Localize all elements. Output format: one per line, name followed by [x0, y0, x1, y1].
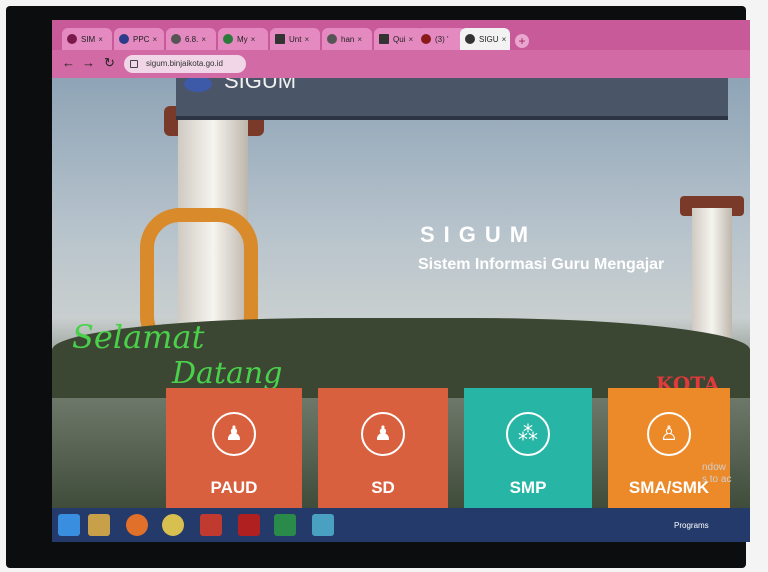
- taskbar: Programs: [52, 508, 750, 542]
- site-name: SIGUM: [224, 78, 297, 93]
- card-label: SD: [371, 478, 395, 497]
- lock-icon: [130, 60, 138, 68]
- screen: SIM × PPC × 6.8. × My × Unt × han × Qui × (3) '…: [52, 20, 750, 542]
- card-label: PAUD: [210, 478, 258, 497]
- notification-icon: [421, 34, 431, 44]
- tab-label: SIM: [81, 34, 96, 44]
- child-icon: ♟: [212, 412, 256, 456]
- monitor-bezel: SIM × PPC × 6.8. × My × Unt × han × Qui × (3) '…: [6, 6, 750, 568]
- hero-subtitle: Sistem Informasi Guru Mengajar: [418, 256, 665, 273]
- paint-icon[interactable]: [312, 514, 334, 536]
- tab-label: SIGU: [479, 34, 499, 44]
- watermark-line: ndow: [702, 462, 726, 473]
- close-icon[interactable]: ×: [357, 35, 362, 44]
- spreadsheet-icon[interactable]: [274, 514, 296, 536]
- pdf-reader-icon[interactable]: [238, 514, 260, 536]
- programs-label[interactable]: Programs: [674, 521, 709, 530]
- address-bar: ← → ↻ sigum.binjaikota.go.id: [52, 50, 750, 78]
- card-label: SMP: [509, 478, 547, 497]
- windows-icon[interactable]: [58, 514, 80, 536]
- group-icon: ⁂: [506, 412, 550, 456]
- tab-sim[interactable]: SIM ×: [62, 28, 112, 50]
- v-icon: [67, 34, 77, 44]
- tab-label: 6.8.: [185, 34, 199, 44]
- new-tab-button[interactable]: +: [515, 34, 529, 48]
- webpage: SIGUM Selamat Datang KOTA BIN SIGUM Sist…: [52, 78, 750, 514]
- tab-image[interactable]: 6.8. ×: [166, 28, 216, 50]
- site-icon: [465, 34, 475, 44]
- tower-right: [692, 208, 732, 338]
- watermark-line: s to ac: [702, 474, 732, 485]
- quiz-icon: [379, 34, 389, 44]
- tab-google[interactable]: han ×: [322, 28, 372, 50]
- doc-icon: [275, 34, 285, 44]
- tab-drive[interactable]: My ×: [218, 28, 268, 50]
- tab-label: PPC: [133, 34, 150, 44]
- tab-label: My: [237, 34, 248, 44]
- firefox-icon[interactable]: [126, 514, 148, 536]
- url-text: sigum.binjaikota.go.id: [146, 59, 223, 68]
- close-icon[interactable]: ×: [251, 35, 256, 44]
- tab-label: Qui: [393, 34, 406, 44]
- tab-ppc[interactable]: PPC ×: [114, 28, 164, 50]
- tab-label: Unt: [289, 34, 302, 44]
- forward-arrow-icon[interactable]: →: [82, 56, 95, 70]
- welcome-text: Datang: [172, 356, 283, 391]
- reload-icon[interactable]: ↻: [104, 56, 115, 70]
- activation-watermark: ndow s to ac: [702, 462, 731, 486]
- tab-label: (3) ': [435, 34, 449, 44]
- back-arrow-icon[interactable]: ←: [62, 56, 75, 70]
- close-icon[interactable]: ×: [408, 35, 413, 44]
- child-icon: ♟: [361, 412, 405, 456]
- file-explorer-icon[interactable]: [88, 514, 110, 536]
- site-header: SIGUM: [176, 78, 728, 120]
- close-icon[interactable]: ×: [201, 35, 206, 44]
- tab-untitled[interactable]: Unt ×: [270, 28, 320, 50]
- close-icon[interactable]: ×: [152, 35, 157, 44]
- media-player-icon[interactable]: [200, 514, 222, 536]
- tab-sigum[interactable]: SIGU ×: [460, 28, 510, 50]
- drive-icon: [223, 34, 233, 44]
- close-icon[interactable]: ×: [304, 35, 309, 44]
- tab-bar: SIM × PPC × 6.8. × My × Unt × han × Qui × (3) '…: [52, 20, 750, 52]
- url-field[interactable]: sigum.binjaikota.go.id: [124, 55, 246, 73]
- hero-title: SIGUM: [420, 222, 538, 247]
- google-icon: [327, 34, 337, 44]
- card-sma-smk[interactable]: ♙ SMA/SMK: [608, 388, 730, 512]
- welcome-text: Selamat: [72, 318, 205, 356]
- site-logo[interactable]: [184, 78, 212, 92]
- globe-icon: [119, 34, 129, 44]
- chrome-icon[interactable]: [162, 514, 184, 536]
- person-icon: ♙: [647, 412, 691, 456]
- tab-notifications[interactable]: (3) ': [416, 28, 466, 50]
- card-paud[interactable]: ♟ PAUD: [166, 388, 302, 512]
- card-sd[interactable]: ♟ SD: [318, 388, 448, 512]
- close-icon[interactable]: ×: [502, 35, 507, 44]
- tab-label: han: [341, 34, 355, 44]
- card-smp[interactable]: ⁂ SMP: [464, 388, 592, 512]
- close-icon[interactable]: ×: [98, 35, 103, 44]
- image-icon: [171, 34, 181, 44]
